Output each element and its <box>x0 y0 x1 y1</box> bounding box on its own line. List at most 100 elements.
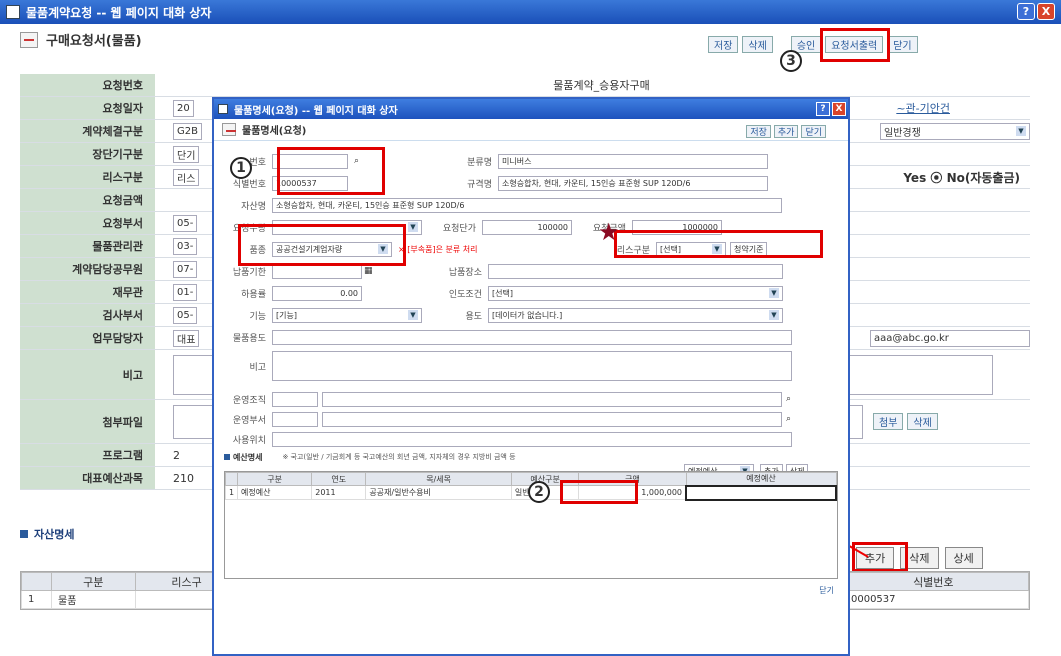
condition-value: [선택] <box>492 288 513 298</box>
form-label: 대표예산과목 <box>20 467 155 489</box>
form-label: 요청금액 <box>20 189 155 211</box>
dept-code-field[interactable] <box>272 411 318 427</box>
dialog-remark-field[interactable] <box>272 351 792 381</box>
type-note: × [부속품]은 분류 처리 <box>398 244 478 254</box>
field-label: 운영부서 <box>232 415 266 426</box>
dialog-title: 물품명세(요청) -- 웹 페이지 대화 상자 <box>234 105 398 117</box>
property-manager-field[interactable]: 03- <box>173 237 198 255</box>
dialog-close-button[interactable]: X <box>832 102 846 116</box>
bullet-icon <box>20 530 28 538</box>
contract-method-select[interactable]: 일반경쟁 ▼ <box>880 122 1030 140</box>
help-button[interactable]: ? <box>1017 3 1035 20</box>
search-icon[interactable]: ⌕ <box>786 414 791 424</box>
usage-select[interactable]: [데이터가 없습니다.] ▼ <box>488 307 783 323</box>
amount-cell[interactable]: 1,000,000 <box>578 485 687 500</box>
due-date-field[interactable] <box>272 263 362 279</box>
grid-header: 구분 <box>236 472 313 486</box>
delete-button[interactable]: 삭제 <box>742 36 773 53</box>
contract-type-field[interactable]: G2B <box>173 122 202 140</box>
form-label: 업무담당자 <box>20 327 155 349</box>
chevron-down-icon: ▼ <box>378 244 388 254</box>
grid-cell: 10000537 <box>837 590 1030 609</box>
window-title: 물품계약요청 -- 웹 페이지 대화 상자 <box>26 5 212 20</box>
lease-type-field[interactable]: 리스 <box>173 168 200 186</box>
print-request-button[interactable]: 요청서출력 <box>825 36 884 53</box>
chevron-down-icon: ▼ <box>712 244 722 254</box>
lease-radio[interactable]: Yes ⦿ No(자동출금) <box>903 169 1020 186</box>
type-select[interactable]: 공공건설기계업자량 ▼ <box>272 241 392 257</box>
close-button[interactable]: X <box>1037 3 1055 20</box>
inspection-dept-field[interactable]: 05- <box>173 306 198 324</box>
chevron-down-icon: ▼ <box>408 310 418 320</box>
field-label: 요청단가 <box>442 223 476 234</box>
form-label: 첨부파일 <box>20 400 155 443</box>
attach-delete-button[interactable]: 삭제 <box>907 413 938 430</box>
condition-select[interactable]: [선택] ▼ <box>488 285 783 301</box>
save-button[interactable]: 저장 <box>708 36 739 53</box>
asset-name-field[interactable]: 소형승합차, 현대, 카운티, 15인승 표준형 SUP 120D/6 <box>272 197 782 213</box>
quantity-select[interactable]: ▼ <box>272 219 422 235</box>
dialog-app-icon <box>218 104 228 114</box>
dialog-save-button[interactable]: 저장 <box>746 125 771 138</box>
row-number: 1 <box>21 590 52 609</box>
form-label: 검사부서 <box>20 304 155 326</box>
grid-header: 구분 <box>51 572 136 591</box>
dialog-help-button[interactable]: ? <box>816 102 830 116</box>
attach-button[interactable]: 첨부 <box>873 413 904 430</box>
dialog-heading: 물품명세(요청) <box>242 126 307 137</box>
form-label: 장단기구분 <box>20 143 155 165</box>
grid-cell[interactable] <box>685 484 837 501</box>
asset-buttons: 추가 삭제 상세 <box>856 547 983 569</box>
org-name-field[interactable] <box>322 391 782 407</box>
staff-field[interactable]: 대표 <box>173 329 200 347</box>
location-field[interactable] <box>272 431 792 447</box>
budget-item-value: 210 <box>173 471 194 485</box>
form-label: 계약체결구분 <box>20 120 155 142</box>
request-date-field[interactable]: 20 <box>173 99 194 117</box>
field-label: 인도조건 <box>448 289 482 300</box>
org-code-field[interactable] <box>272 391 318 407</box>
delete-asset-button[interactable]: 삭제 <box>900 547 939 569</box>
close-page-button[interactable]: 닫기 <box>887 36 918 53</box>
draft-link[interactable]: ~관-기안건 <box>896 100 950 116</box>
dialog-doc-icon <box>222 123 236 136</box>
number-field[interactable] <box>272 153 348 169</box>
dialog-titlebar: 물품명세(요청) -- 웹 페이지 대화 상자 ? X <box>214 99 848 119</box>
function-select[interactable]: [기능] ▼ <box>272 307 422 323</box>
lease-select[interactable]: [선택] ▼ <box>656 241 726 257</box>
add-asset-button[interactable]: 추가 <box>856 547 895 569</box>
search-icon[interactable]: ⌕ <box>786 394 791 404</box>
dialog-bottom-close-link[interactable]: 닫기 <box>819 585 834 596</box>
finance-officer-field[interactable]: 01- <box>173 283 198 301</box>
grid-cell: 물품 <box>51 590 136 609</box>
asset-section-label: 자산명세 <box>34 528 75 541</box>
bullet-icon <box>224 454 230 460</box>
calendar-icon[interactable]: ▦ <box>364 266 378 276</box>
detail-asset-button[interactable]: 상세 <box>944 547 983 569</box>
field-label: 요청수량 <box>232 223 266 234</box>
budget-label: 예산명세 <box>233 452 263 462</box>
request-dept-field[interactable]: 05- <box>173 214 198 232</box>
search-icon[interactable]: ⌕ <box>354 156 368 166</box>
delivery-place-field[interactable] <box>488 263 783 279</box>
field-label: 용도 <box>465 311 482 322</box>
grid-cell: 공공재/일반수용비 <box>365 485 512 500</box>
subscription-button[interactable]: 청약기준 <box>730 241 768 257</box>
page-title: 구매요청서(물품) <box>46 34 142 49</box>
unit-price-field[interactable]: 100000 <box>482 219 572 235</box>
field-label: 사용위치 <box>232 435 266 446</box>
marker-three: 3 <box>780 50 802 72</box>
term-type-field[interactable]: 단기 <box>173 145 200 163</box>
purpose-field[interactable] <box>272 329 792 345</box>
email-field[interactable]: aaa@abc.go.kr <box>870 329 1030 347</box>
dialog-close-link[interactable]: 닫기 <box>801 125 826 138</box>
field-label: 품종 <box>249 245 266 256</box>
grid-header: 예정예산 <box>685 472 837 486</box>
budget-note: ※ 국고(일반 / 기금회계 등 국고예산의 회년 금액, 지자체의 경우 지방… <box>282 453 516 461</box>
contract-officer-field[interactable]: 07- <box>173 260 198 278</box>
identifier-field: 10000537 <box>272 175 348 191</box>
rate-field[interactable]: 0.00 <box>272 285 362 301</box>
dept-name-field[interactable] <box>322 411 782 427</box>
dialog-add-button[interactable]: 추가 <box>773 125 799 138</box>
chevron-down-icon: ▼ <box>1016 126 1026 136</box>
